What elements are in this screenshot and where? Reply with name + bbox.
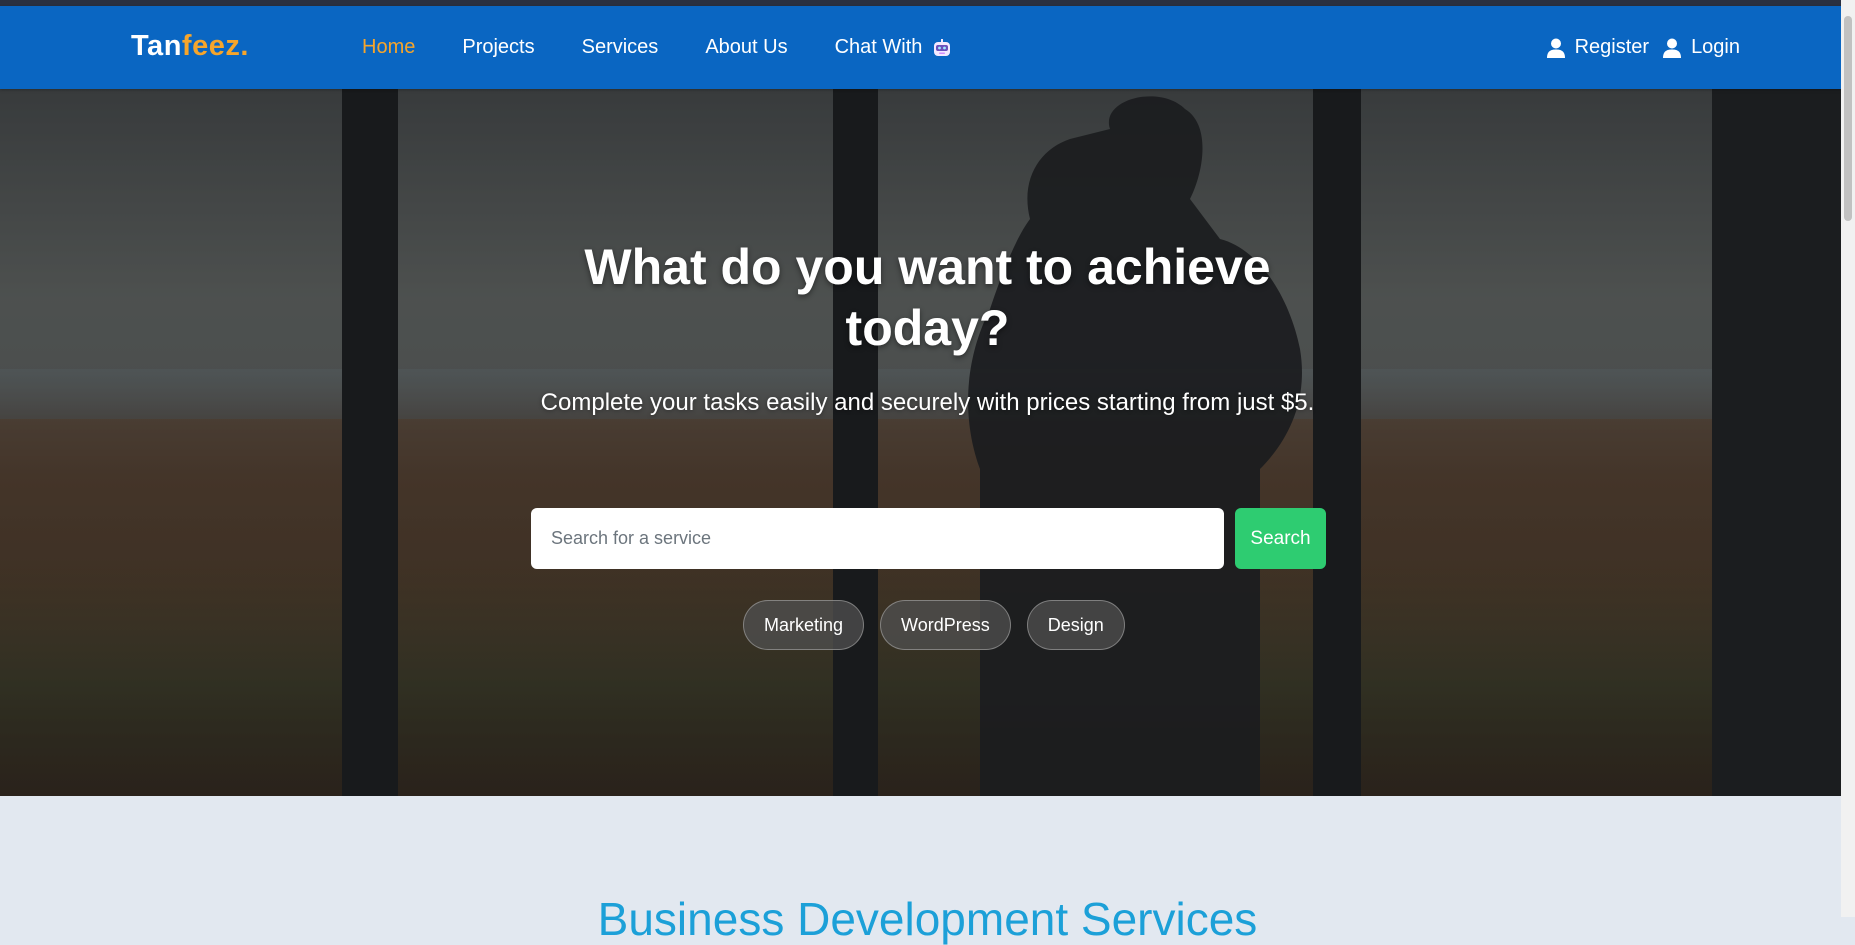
hero-title: What do you want to achieve today? xyxy=(584,239,1271,356)
services-section: Business Development Services xyxy=(0,796,1855,942)
nav-link-services[interactable]: Services xyxy=(582,36,659,59)
nav-link-about-us[interactable]: About Us xyxy=(705,36,787,59)
logo-text-accent: feez. xyxy=(181,30,249,62)
navbar: Tanfeez. Home Projects Services About Us… xyxy=(0,6,1855,89)
auth-links: Register Login xyxy=(1546,6,1740,89)
user-icon xyxy=(1663,38,1682,58)
register-label: Register xyxy=(1574,36,1650,58)
register-link[interactable]: Register xyxy=(1546,36,1650,59)
scrollbar-thumb[interactable] xyxy=(1844,16,1852,221)
tag-wordpress[interactable]: WordPress xyxy=(880,600,1011,650)
login-link[interactable]: Login xyxy=(1663,36,1740,59)
hero-subtitle: Complete your tasks easily and securely … xyxy=(540,389,1315,416)
search-input[interactable] xyxy=(531,508,1224,569)
logo-text-primary: Tan xyxy=(131,30,182,62)
tag-design[interactable]: Design xyxy=(1026,600,1125,650)
hero-section: What do you want to achieve today? Compl… xyxy=(0,89,1855,796)
bot-icon xyxy=(932,38,952,58)
hero-content: What do you want to achieve today? Compl… xyxy=(0,89,1855,796)
login-label: Login xyxy=(1691,36,1740,58)
section-title: Business Development Services xyxy=(597,893,1258,945)
nav-link-chat-label: Chat With xyxy=(834,36,923,58)
logo[interactable]: Tanfeez. xyxy=(131,30,249,63)
user-icon xyxy=(1546,38,1565,58)
tag-marketing[interactable]: Marketing xyxy=(743,600,865,650)
nav-links: Home Projects Services About Us Chat Wit… xyxy=(362,6,952,89)
nav-link-home[interactable]: Home xyxy=(362,36,415,59)
nav-link-projects[interactable]: Projects xyxy=(462,36,534,59)
search-button[interactable]: Search xyxy=(1235,508,1326,569)
nav-link-chat-with[interactable]: Chat With xyxy=(835,36,953,59)
popular-tags: Marketing WordPress Design xyxy=(743,600,1125,650)
